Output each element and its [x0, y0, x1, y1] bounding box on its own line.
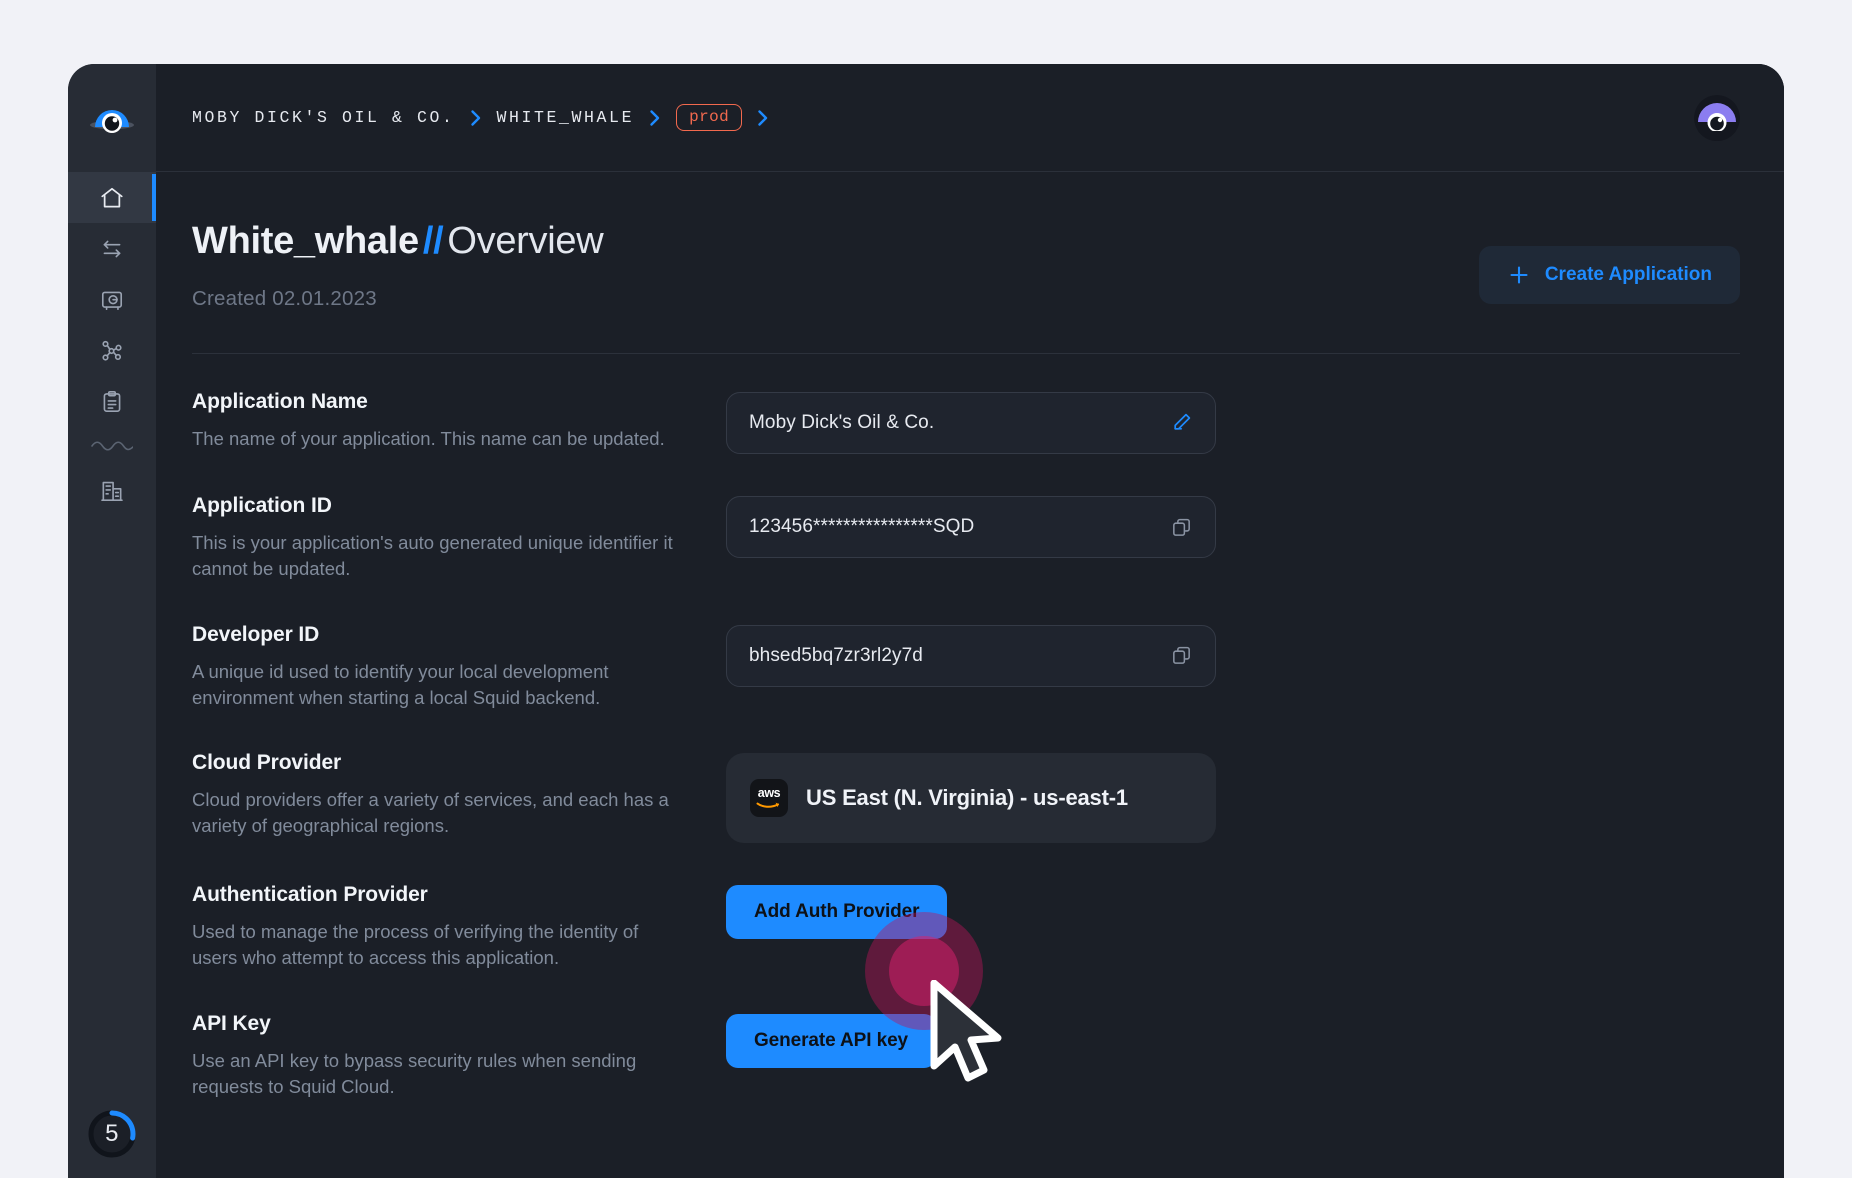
row-cloud-provider: Cloud Provider Cloud providers offer a v…	[192, 751, 1740, 844]
row-authentication-provider: Authentication Provider Used to manage t…	[192, 883, 1740, 972]
created-date: Created 02.01.2023	[192, 287, 377, 310]
sidebar-item-logs[interactable]	[68, 376, 156, 427]
cloud-provider-region: US East (N. Virginia) - us-east-1	[806, 785, 1128, 811]
clipboard-icon	[103, 390, 121, 412]
row-control-group: aws US East (N. Virginia) - us-east-1	[726, 751, 1740, 844]
chevron-right-icon	[650, 109, 660, 126]
aws-swoosh-icon	[756, 802, 779, 809]
row-control-group: 123456****************SQD	[726, 494, 1740, 558]
field-description: A unique id used to identify your local …	[192, 660, 609, 708]
copy-application-id-button[interactable]	[1170, 516, 1193, 539]
sidebar: 5	[68, 64, 156, 1178]
row-label-group: Cloud Provider Cloud providers offer a v…	[192, 751, 726, 840]
sidebar-item-integrations[interactable]	[68, 223, 156, 274]
page-content: White_whale//Overview Created 02.01.2023…	[156, 172, 1784, 1178]
application-name-value: Moby Dick's Oil & Co.	[749, 412, 935, 433]
add-auth-provider-button[interactable]: Add Auth Provider	[726, 885, 948, 940]
sidebar-item-secrets[interactable]	[68, 274, 156, 325]
page-title: White_whale//Overview	[192, 220, 604, 263]
building-icon	[101, 481, 123, 501]
field-description: The name of your application. This name …	[192, 428, 665, 449]
page-title-separator: //	[422, 220, 444, 262]
developer-id-value: bhsed5bq7zr3rl2y7d	[749, 644, 923, 666]
desktop-background: 5 MOBY DICK'S OIL & CO. WHITE_WHALE prod	[0, 0, 1852, 1178]
vault-icon	[101, 291, 123, 310]
onboarding-progress-badge[interactable]: 5	[86, 1108, 138, 1160]
field-label: Authentication Provider	[192, 883, 428, 907]
generate-api-key-button[interactable]: Generate API key	[726, 1013, 936, 1068]
sidebar-item-home[interactable]	[68, 172, 156, 223]
page-header: White_whale//Overview Created 02.01.2023…	[192, 220, 1740, 311]
copy-icon	[1173, 646, 1190, 664]
page-title-section: Overview	[447, 220, 604, 262]
aws-logo-text: aws	[757, 785, 781, 800]
user-avatar[interactable]	[1694, 94, 1740, 141]
breadcrumb-item-organization[interactable]: MOBY DICK'S OIL & CO.	[192, 108, 455, 127]
row-label-group: Developer ID A unique id used to identif…	[192, 623, 726, 712]
application-name-input[interactable]: Moby Dick's Oil & Co.	[726, 392, 1216, 454]
copy-icon	[1173, 518, 1190, 536]
cloud-provider-card[interactable]: aws US East (N. Virginia) - us-east-1	[726, 753, 1216, 844]
page-header-left: White_whale//Overview Created 02.01.2023	[192, 220, 604, 311]
create-application-button[interactable]: Create Application	[1478, 246, 1740, 304]
row-application-name: Application Name The name of your applic…	[192, 390, 1740, 454]
sidebar-item-organization[interactable]	[68, 465, 156, 516]
row-control-group: Generate API key	[726, 1012, 1740, 1068]
aws-logo-icon: aws	[750, 779, 788, 818]
field-description: This is your application's auto generate…	[192, 532, 673, 580]
copy-developer-id-button[interactable]	[1170, 644, 1193, 667]
breadcrumb: MOBY DICK'S OIL & CO. WHITE_WHALE prod	[192, 104, 1694, 131]
topbar: MOBY DICK'S OIL & CO. WHITE_WHALE prod	[156, 64, 1784, 172]
home-icon	[101, 187, 123, 208]
field-description: Cloud providers offer a variety of servi…	[192, 789, 669, 837]
sidebar-item-graph[interactable]	[68, 325, 156, 376]
sidebar-nav	[68, 172, 156, 516]
application-id-input[interactable]: 123456****************SQD	[726, 496, 1216, 558]
chevron-right-icon	[470, 109, 480, 126]
avatar-icon	[1694, 94, 1740, 141]
row-label-group: Application ID This is your application'…	[192, 494, 726, 583]
transfer-arrows-icon	[103, 240, 121, 257]
sidebar-wavy-divider	[68, 427, 156, 465]
progress-badge-value: 5	[105, 1120, 119, 1147]
row-api-key: API Key Use an API key to bypass securit…	[192, 1012, 1740, 1101]
field-description: Use an API key to bypass security rules …	[192, 1049, 637, 1097]
field-description: Used to manage the process of verifying …	[192, 921, 639, 969]
row-label-group: Application Name The name of your applic…	[192, 390, 726, 452]
row-control-group: Add Auth Provider	[726, 883, 1740, 940]
row-label-group: API Key Use an API key to bypass securit…	[192, 1012, 726, 1101]
pencil-edit-icon	[1174, 413, 1191, 430]
row-control-group: Moby Dick's Oil & Co.	[726, 390, 1740, 454]
squid-logo-icon	[90, 110, 134, 133]
field-label: Cloud Provider	[192, 751, 342, 775]
developer-id-input[interactable]: bhsed5bq7zr3rl2y7d	[726, 624, 1216, 687]
edit-application-name-button[interactable]	[1169, 411, 1193, 435]
breadcrumb-item-application[interactable]: WHITE_WHALE	[497, 108, 635, 127]
field-label: Application ID	[192, 494, 332, 517]
breadcrumb-environment-badge[interactable]: prod	[676, 104, 743, 131]
row-application-id: Application ID This is your application'…	[192, 494, 1740, 583]
settings-rows: Application Name The name of your applic…	[192, 354, 1740, 1100]
squid-logo[interactable]	[68, 64, 156, 172]
application-id-value: 123456****************SQD	[749, 516, 975, 537]
network-graph-icon	[102, 340, 122, 361]
app-window: 5 MOBY DICK'S OIL & CO. WHITE_WHALE prod	[68, 64, 1784, 1178]
field-label: Developer ID	[192, 622, 320, 646]
wave-icon	[91, 441, 133, 451]
main-area: MOBY DICK'S OIL & CO. WHITE_WHALE prod W…	[156, 64, 1784, 1178]
create-application-label: Create Application	[1544, 264, 1712, 285]
plus-icon	[1510, 266, 1528, 284]
chevron-right-icon	[758, 109, 768, 126]
row-developer-id: Developer ID A unique id used to identif…	[192, 623, 1740, 712]
row-control-group: bhsed5bq7zr3rl2y7d	[726, 623, 1740, 687]
page-title-app: White_whale	[192, 220, 419, 262]
field-label: API Key	[192, 1011, 271, 1035]
row-label-group: Authentication Provider Used to manage t…	[192, 883, 726, 972]
field-label: Application Name	[192, 390, 368, 413]
